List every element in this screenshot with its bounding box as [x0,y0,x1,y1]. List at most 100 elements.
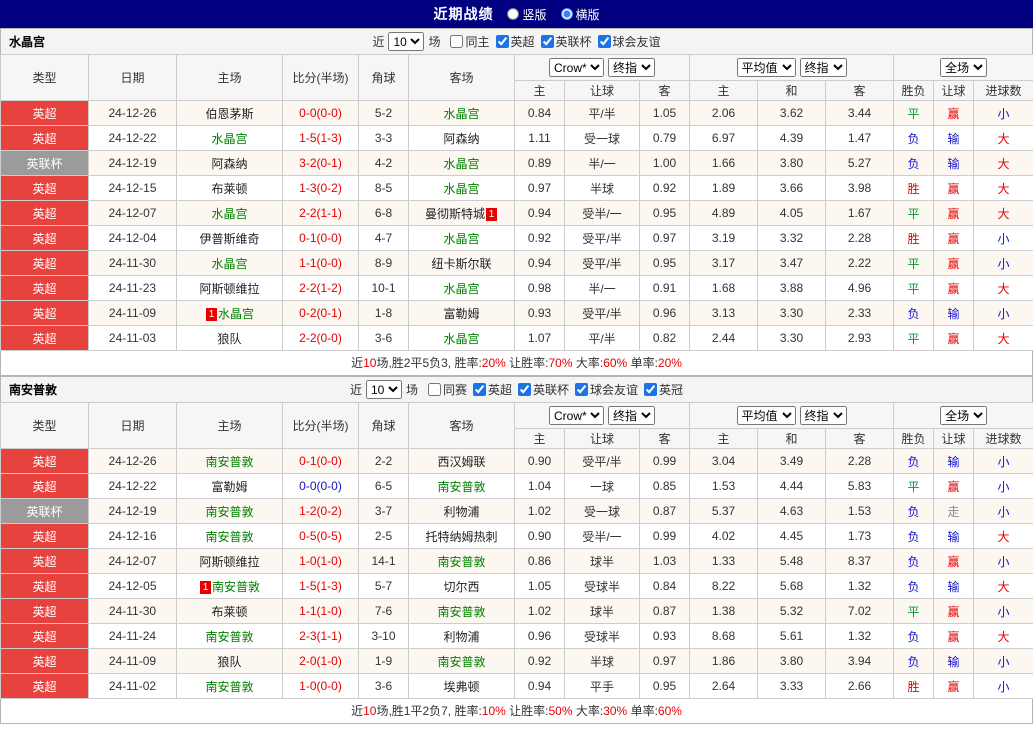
odds-source-select[interactable]: 平均值 [736,406,796,425]
odds-source-select[interactable]: 全场 [940,58,988,77]
filter-checkbox-label: 英联杯 [533,382,570,397]
avg-home: 2.44 [689,325,759,351]
result-goals: 小 [973,100,1033,126]
odds-home: 0.94 [514,200,565,226]
corner-score: 2-2 [358,448,409,474]
odds-source-select[interactable]: 终指 [799,406,847,425]
odds-source-select[interactable]: 终指 [608,406,655,425]
away-team: 水晶宫 [408,325,515,351]
filter-checkbox-label: 球会友谊 [612,34,661,49]
filter-checkbox-label: 球会友谊 [590,382,639,397]
odds-source-select[interactable]: 终指 [799,58,847,77]
odds-source-select[interactable]: Crow* [549,58,604,77]
corner-score: 5-2 [358,100,409,126]
odds-handicap: 受球半 [564,573,640,599]
league-badge: 英超 [0,325,89,351]
filter-checkbox-input[interactable] [597,34,611,48]
odds-handicap: 平/半 [564,325,640,351]
filter-checkbox[interactable]: 同赛 [427,381,467,398]
table-row: 英超 24-12-05 1 南安普敦 1-5(1-3) 5-7 切尔西 1.05 … [0,573,1033,599]
sub-column-header: 让球 [564,80,640,101]
odds-home: 1.05 [514,573,565,599]
table-row: 英超 24-11-09 狼队 2-0(1-0) 1-9 南安普敦 0.92 半球… [0,648,1033,674]
filter-checkbox[interactable]: 英联杯 [540,33,592,50]
filter-checkbox-input[interactable] [495,34,509,48]
sub-column-header: 客 [825,80,895,101]
filter-checkbox[interactable]: 英超 [495,33,535,50]
league-badge: 英超 [0,100,89,126]
away-team: 南安普敦 [408,473,515,499]
odds-source-select[interactable]: Crow* [549,406,604,425]
filter-checkbox-input[interactable] [540,34,554,48]
team-bar: 水晶宫 近 10 场 同主 英超 英联杯 球会友谊 [0,28,1033,54]
sub-column-header: 让球 [933,428,975,449]
sub-column-header: 胜负 [893,428,935,449]
odds-away: 0.97 [638,225,691,251]
recent-count-select[interactable]: 10 [365,380,402,399]
summary-part: 让胜率: [505,356,549,370]
result-handicap: 赢 [933,250,975,276]
filter-checkbox-input[interactable] [472,382,486,396]
team-name-text: 阿斯顿维拉 [199,554,260,569]
match-score: 0-0(0-0) [282,473,359,499]
avg-away: 3.94 [825,648,895,674]
odds-source-select[interactable]: 全场 [940,406,988,425]
layout-radio-horizontal[interactable]: 横版 [560,6,600,23]
filter-checkbox-input[interactable] [518,382,531,396]
filter-checkbox-input[interactable] [644,382,658,396]
filter-checkbox[interactable]: 英联杯 [518,381,569,398]
avg-away: 4.96 [825,275,895,301]
filter-checkbox[interactable]: 英超 [472,381,512,398]
filter-checkbox[interactable]: 球会友谊 [575,381,638,398]
odds-home: 0.92 [514,225,565,251]
away-team: 西汉姆联 [408,448,515,474]
filter-checkbox[interactable]: 英冠 [644,381,683,398]
home-team: 布莱顿 [176,175,283,201]
sub-column-header: 客 [638,428,691,449]
match-score: 0-1(0-0) [282,225,359,251]
league-badge: 英超 [0,275,89,301]
layout-radio-vertical-input[interactable] [507,8,520,20]
match-score: 1-1(0-0) [282,250,359,276]
odds-away: 0.99 [638,523,691,549]
league-badge: 英超 [0,200,89,226]
result-outcome: 负 [893,125,935,151]
recent-count-select[interactable]: 10 [388,32,425,51]
filter-checkbox-input[interactable] [427,382,441,396]
column-header: 角球 [358,54,409,101]
avg-home: 4.02 [689,523,759,549]
avg-draw: 3.33 [757,673,827,699]
filter-checkbox-label: 英超 [487,382,512,397]
sub-column-header: 主 [689,80,759,101]
match-score: 1-5(1-3) [282,125,359,151]
match-date: 24-11-30 [88,598,177,624]
filter-checkbox[interactable]: 球会友谊 [597,33,661,50]
layout-radio-horizontal-input[interactable] [560,8,573,20]
layout-radio-vertical-label: 竖版 [522,7,547,22]
sub-column-header: 进球数 [973,428,1033,449]
avg-away: 1.67 [825,200,895,226]
match-date: 24-12-16 [88,523,177,549]
table-row: 英联杯 24-12-19 南安普敦 1-2(0-2) 3-7 利物浦 1.02 … [0,498,1033,524]
result-outcome: 负 [893,523,935,549]
avg-draw: 4.45 [757,523,827,549]
match-date: 24-11-03 [88,325,177,351]
odds-source-select[interactable]: 终指 [608,58,655,77]
home-team: 南安普敦 [176,448,283,474]
league-badge: 英超 [0,623,89,649]
odds-home: 0.86 [514,548,565,574]
avg-away: 3.44 [825,100,895,126]
filter-checkbox-input[interactable] [575,382,589,396]
odds-away: 0.97 [638,648,691,674]
team-name-text: 埃弗顿 [443,679,480,694]
filter-checkbox-input[interactable] [450,34,464,48]
team-name: 水晶宫 [9,35,46,49]
odds-source-select[interactable]: 平均值 [736,58,796,77]
avg-away: 2.22 [825,250,895,276]
home-team: 南安普敦 [176,673,283,699]
layout-radio-vertical[interactable]: 竖版 [507,6,547,23]
match-score: 1-0(0-0) [282,673,359,699]
team-name-text: 水晶宫 [211,206,248,221]
league-badge: 英超 [0,250,89,276]
filter-checkbox[interactable]: 同主 [450,33,490,50]
